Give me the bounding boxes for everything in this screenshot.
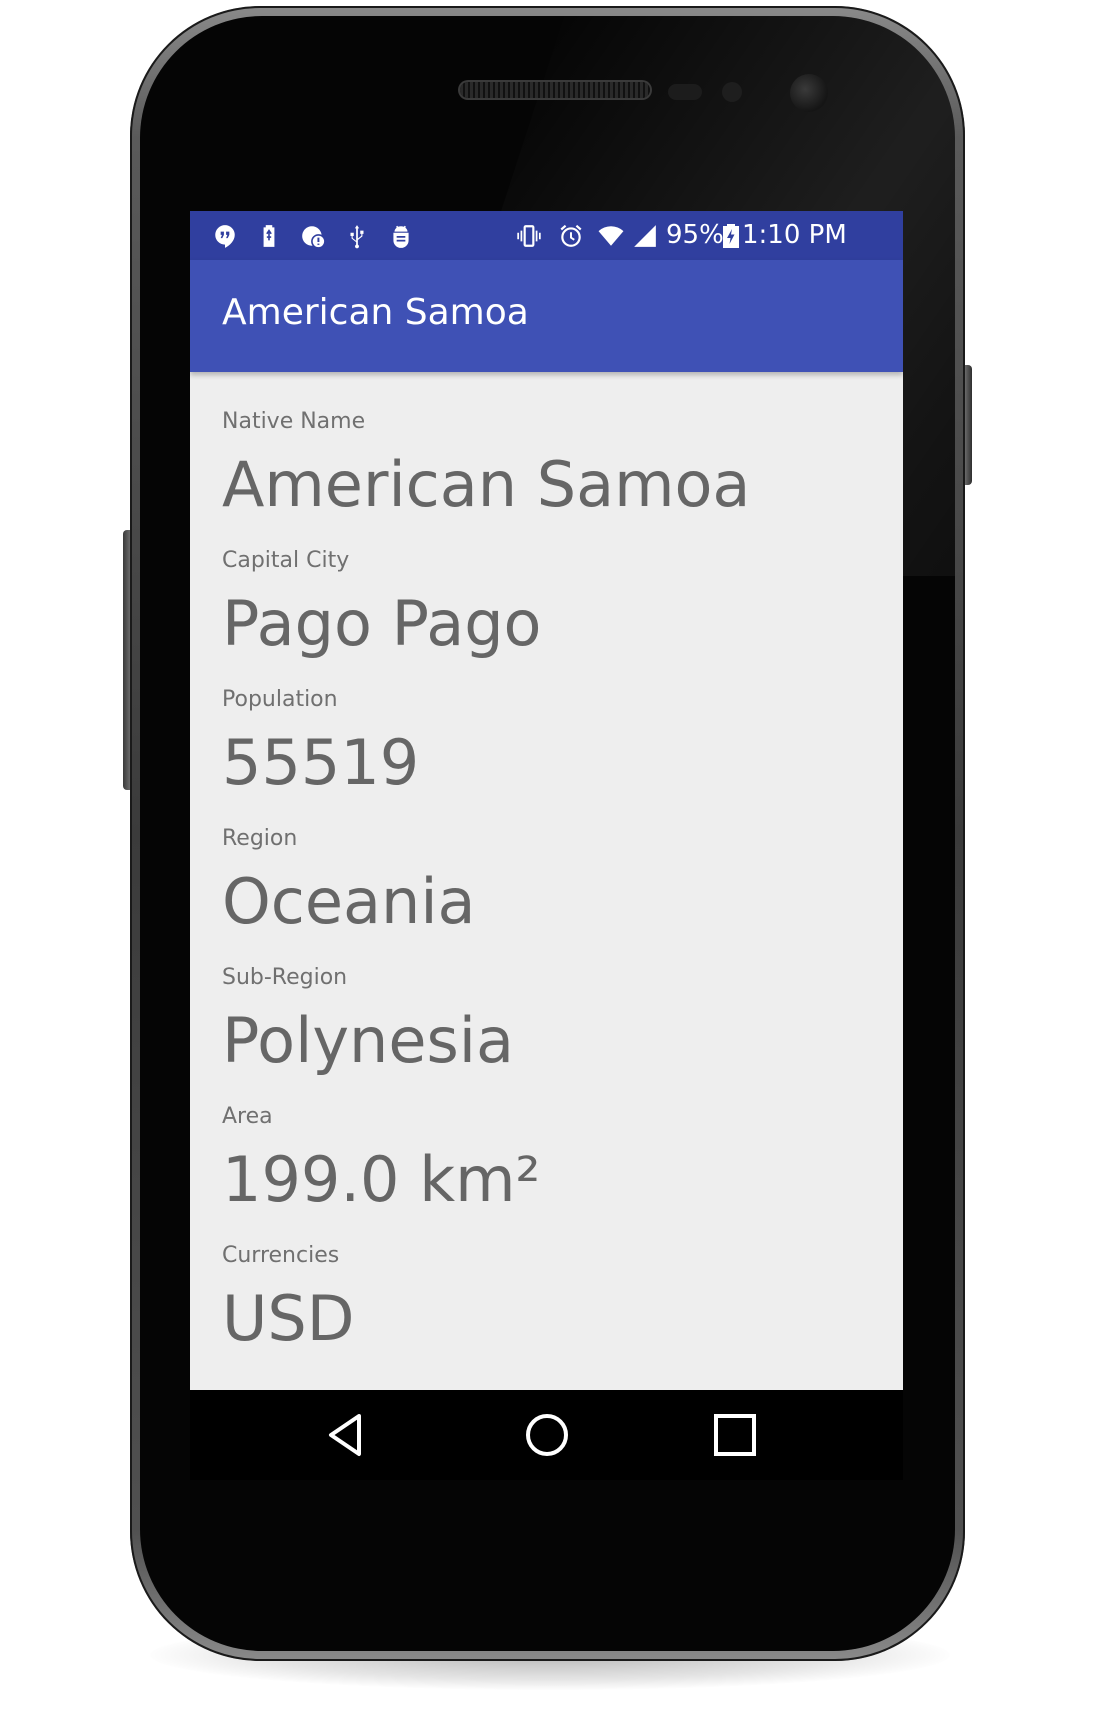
detail-value: American Samoa bbox=[222, 448, 751, 521]
detail-value: Polynesia bbox=[222, 1004, 514, 1077]
clock: 1:10 PM bbox=[742, 220, 847, 250]
detail-value: USD bbox=[222, 1282, 355, 1355]
detail-sub-region: Sub-Region Polynesia bbox=[222, 963, 882, 1081]
app-bar: American Samoa bbox=[190, 260, 903, 372]
vibrate-icon bbox=[517, 225, 541, 247]
detail-region: Region Oceania bbox=[222, 824, 882, 942]
detail-label: Sub-Region bbox=[222, 965, 348, 990]
detail-label: Currencies bbox=[222, 1243, 340, 1268]
detail-area: Area 199.0 km² bbox=[222, 1102, 882, 1220]
hangouts-icon bbox=[215, 225, 235, 248]
detail-label: Native Name bbox=[222, 409, 366, 434]
alarm-icon bbox=[560, 224, 582, 247]
home-icon[interactable] bbox=[522, 1410, 572, 1460]
detail-value: 55519 bbox=[222, 726, 420, 799]
earpiece-speaker bbox=[460, 82, 650, 98]
device-frame: 95% 1:10 PM American Samoa Native Name A… bbox=[0, 0, 1101, 1709]
light-sensor bbox=[722, 82, 742, 102]
screen: 95% 1:10 PM American Samoa Native Name A… bbox=[190, 211, 903, 1480]
android-debug-icon bbox=[393, 225, 409, 248]
app-bar-title: American Samoa bbox=[222, 292, 529, 333]
country-details: Native Name American Samoa Capital City … bbox=[222, 407, 882, 1380]
sync-alert-icon bbox=[302, 226, 326, 249]
usb-icon bbox=[350, 225, 364, 249]
proximity-sensor bbox=[668, 84, 702, 100]
battery-charging-icon bbox=[723, 224, 739, 248]
status-bar: 95% 1:10 PM bbox=[190, 211, 903, 260]
recents-icon[interactable] bbox=[710, 1410, 760, 1460]
detail-currencies: Currencies USD bbox=[222, 1241, 882, 1359]
detail-label: Region bbox=[222, 826, 298, 851]
detail-label: Area bbox=[222, 1104, 273, 1129]
detail-value: Pago Pago bbox=[222, 587, 542, 660]
cell-signal-icon bbox=[634, 225, 656, 247]
front-camera bbox=[790, 74, 828, 112]
detail-value: Oceania bbox=[222, 865, 476, 938]
navigation-bar bbox=[190, 1390, 903, 1480]
detail-label: Population bbox=[222, 687, 338, 712]
back-icon[interactable] bbox=[321, 1410, 371, 1460]
detail-population: Population 55519 bbox=[222, 685, 882, 803]
detail-native-name: Native Name American Samoa bbox=[222, 407, 882, 525]
battery-percent: 95% bbox=[666, 220, 724, 250]
battery-usb-icon bbox=[263, 225, 275, 247]
wifi-icon bbox=[598, 226, 624, 246]
detail-label: Capital City bbox=[222, 548, 350, 573]
detail-value: 199.0 km² bbox=[222, 1143, 541, 1216]
detail-capital-city: Capital City Pago Pago bbox=[222, 546, 882, 664]
